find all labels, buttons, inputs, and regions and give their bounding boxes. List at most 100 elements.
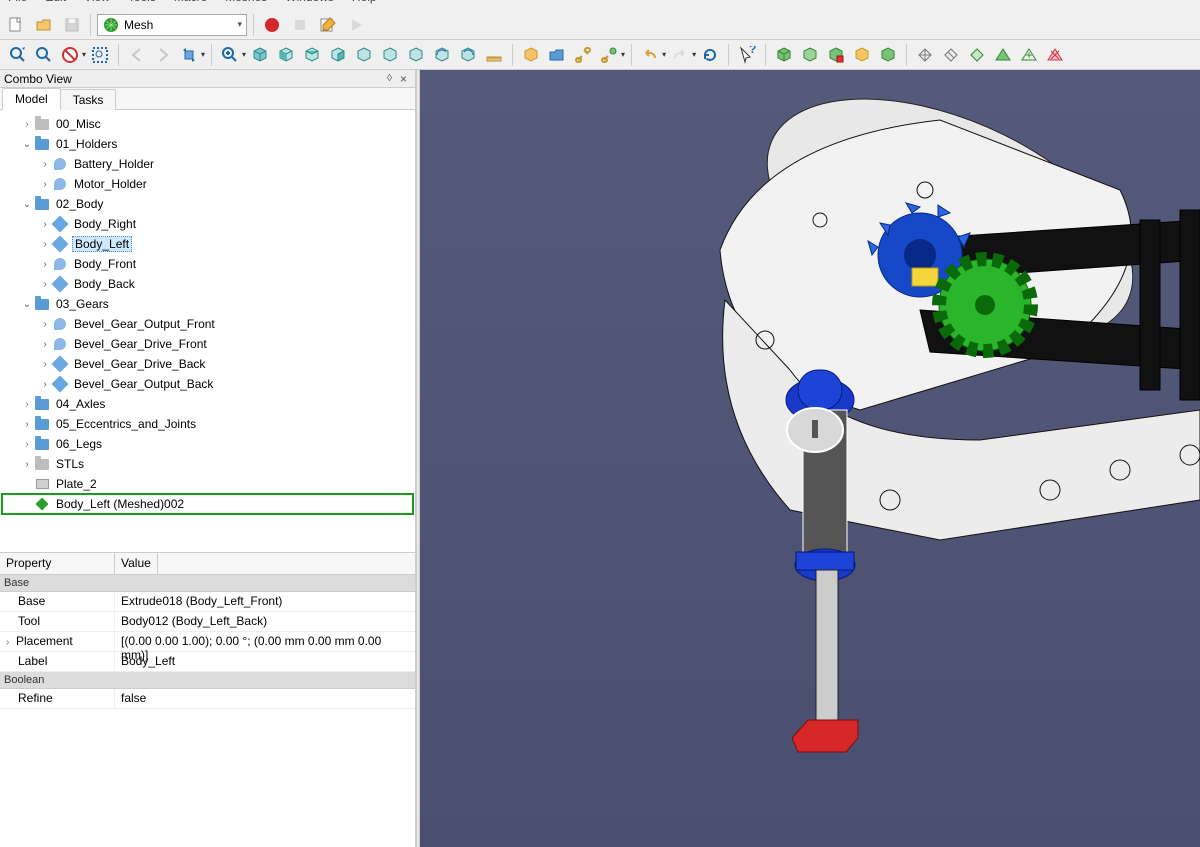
mesh-flip-button[interactable] — [939, 43, 963, 67]
tab-tasks[interactable]: Tasks — [60, 89, 117, 110]
expand-toggle[interactable]: › — [38, 339, 52, 350]
property-row[interactable]: Refinefalse — [0, 689, 415, 709]
col-value[interactable]: Value — [115, 553, 158, 574]
expand-toggle[interactable]: › — [20, 399, 34, 410]
property-row[interactable]: ToolBody012 (Body_Left_Back) — [0, 612, 415, 632]
nav-fwd-button[interactable] — [151, 43, 175, 67]
expand-toggle[interactable]: › — [38, 279, 52, 290]
pin-icon[interactable]: ◊ — [383, 73, 396, 84]
redo-button[interactable] — [668, 43, 692, 67]
property-value[interactable]: false — [115, 689, 415, 708]
view-front-button[interactable] — [274, 43, 298, 67]
menu-tools[interactable]: Tools — [128, 0, 156, 4]
whatsthis-button[interactable]: ? — [735, 43, 759, 67]
property-row[interactable]: ›Placement[(0.00 0.00 1.00); 0.00 °; (0.… — [0, 632, 415, 652]
tree-item[interactable]: ›Body_Left — [2, 234, 413, 254]
tree-item[interactable]: ›Motor_Holder — [2, 174, 413, 194]
new-doc-button[interactable] — [4, 13, 28, 37]
dropdown-arrow-icon[interactable]: ▾ — [201, 50, 205, 59]
macro-edit-button[interactable] — [316, 13, 340, 37]
menu-macro[interactable]: Macro — [174, 0, 207, 4]
expand-toggle[interactable]: › — [20, 119, 34, 130]
tree-item[interactable]: ›Body_Back — [2, 274, 413, 294]
zoom-in-button[interactable] — [218, 43, 242, 67]
expand-toggle[interactable]: ⌄ — [20, 139, 34, 150]
mesh-import-button[interactable] — [772, 43, 796, 67]
tree-item[interactable]: ›Body_Front — [2, 254, 413, 274]
property-value[interactable]: Extrude018 (Body_Left_Front) — [115, 592, 415, 611]
expand-toggle[interactable]: › — [38, 239, 52, 250]
expand-toggle[interactable]: › — [20, 439, 34, 450]
dropdown-arrow-icon[interactable]: ▾ — [692, 50, 696, 59]
mesh-close-hole-button[interactable] — [991, 43, 1015, 67]
dropdown-arrow-icon[interactable]: ▾ — [242, 50, 246, 59]
tree-item[interactable]: ⌄01_Holders — [2, 134, 413, 154]
link-sync-button[interactable] — [177, 43, 201, 67]
part-make-button[interactable] — [519, 43, 543, 67]
property-row[interactable]: BaseExtrude018 (Body_Left_Front) — [0, 592, 415, 612]
tree-item[interactable]: ⌄03_Gears — [2, 294, 413, 314]
view-rear-button[interactable] — [352, 43, 376, 67]
nav-back-button[interactable] — [125, 43, 149, 67]
view-top-button[interactable] — [300, 43, 324, 67]
view-rotate-cw-button[interactable] — [430, 43, 454, 67]
expand-toggle[interactable]: › — [38, 379, 52, 390]
dropdown-arrow-icon[interactable]: ▾ — [621, 50, 625, 59]
tree-item[interactable]: ›STLs — [2, 454, 413, 474]
expand-toggle[interactable]: › — [38, 159, 52, 170]
3d-viewport[interactable] — [420, 70, 1200, 847]
expand-toggle[interactable]: › — [6, 637, 16, 648]
link-make-button[interactable] — [571, 43, 595, 67]
expand-toggle[interactable]: › — [20, 419, 34, 430]
tree-item[interactable]: Body_Left (Meshed)002 — [2, 494, 413, 514]
col-property[interactable]: Property — [0, 553, 115, 574]
undo-button[interactable] — [638, 43, 662, 67]
open-doc-button[interactable] — [32, 13, 56, 37]
expand-toggle[interactable]: › — [38, 319, 52, 330]
model-tree[interactable]: ›00_Misc⌄01_Holders›Battery_Holder›Motor… — [0, 110, 415, 552]
tree-item[interactable]: ⌄02_Body — [2, 194, 413, 214]
menu-meshes[interactable]: Meshes — [225, 0, 267, 4]
mesh-harmonize-button[interactable] — [913, 43, 937, 67]
tree-item[interactable]: ›00_Misc — [2, 114, 413, 134]
tree-item[interactable]: ›Bevel_Gear_Output_Back — [2, 374, 413, 394]
tree-item[interactable]: ›05_Eccentrics_and_Joints — [2, 414, 413, 434]
workbench-selector[interactable]: Mesh ▾ — [97, 14, 247, 36]
view-right-button[interactable] — [326, 43, 350, 67]
tree-item[interactable]: ›Battery_Holder — [2, 154, 413, 174]
expand-toggle[interactable]: › — [38, 219, 52, 230]
bounding-box-button[interactable] — [88, 43, 112, 67]
mesh-export-button[interactable] — [798, 43, 822, 67]
dropdown-arrow-icon[interactable]: ▾ — [662, 50, 666, 59]
property-value[interactable]: Body012 (Body_Left_Back) — [115, 612, 415, 631]
view-iso-button[interactable] — [248, 43, 272, 67]
property-row[interactable]: LabelBody_Left — [0, 652, 415, 672]
view-bottom-button[interactable] — [378, 43, 402, 67]
macro-stop-button[interactable] — [288, 13, 312, 37]
expand-toggle[interactable]: › — [38, 179, 52, 190]
zoom-selection-button[interactable] — [32, 43, 56, 67]
mesh-regular-button[interactable] — [850, 43, 874, 67]
tree-item[interactable]: ›Bevel_Gear_Drive_Back — [2, 354, 413, 374]
menu-help[interactable]: Help — [352, 0, 377, 4]
tree-item[interactable]: ›06_Legs — [2, 434, 413, 454]
menu-file[interactable]: File — [8, 0, 27, 4]
link-actions-button[interactable] — [597, 43, 621, 67]
refresh-button[interactable] — [698, 43, 722, 67]
property-value[interactable]: [(0.00 0.00 1.00); 0.00 °; (0.00 mm 0.00… — [115, 632, 415, 651]
macro-run-button[interactable] — [344, 13, 368, 37]
expand-toggle[interactable]: › — [38, 359, 52, 370]
tree-item[interactable]: ›Bevel_Gear_Output_Front — [2, 314, 413, 334]
property-value[interactable]: Body_Left — [115, 652, 415, 671]
dropdown-arrow-icon[interactable]: ▾ — [82, 50, 86, 59]
menu-windows[interactable]: Windows — [285, 0, 334, 4]
tree-item[interactable]: Plate_2 — [2, 474, 413, 494]
view-rotate-ccw-button[interactable] — [456, 43, 480, 67]
menu-edit[interactable]: Edit — [45, 0, 66, 4]
draw-style-button[interactable] — [58, 43, 82, 67]
expand-toggle[interactable]: › — [38, 259, 52, 270]
group-button[interactable] — [545, 43, 569, 67]
mesh-add-tri-button[interactable]: + — [1017, 43, 1041, 67]
mesh-cube-button[interactable] — [876, 43, 900, 67]
tab-model[interactable]: Model — [2, 88, 61, 110]
